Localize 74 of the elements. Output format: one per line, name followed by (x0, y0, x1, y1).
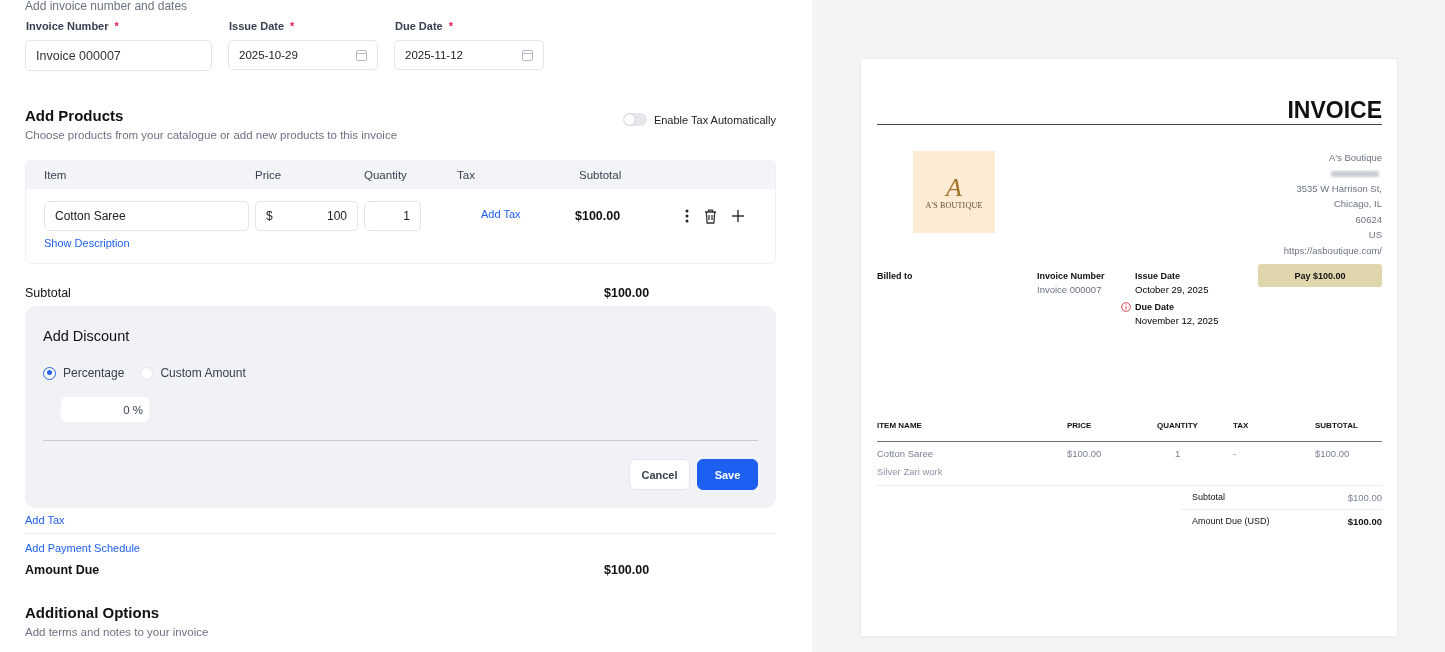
field-label: Issue Date (229, 20, 285, 33)
section-title: Add Products (25, 107, 125, 125)
total-value: $100.00 (1347, 492, 1382, 503)
total-value: $100.00 (604, 286, 651, 300)
date-field[interactable]: 2025-11-12 (394, 40, 544, 70)
address-line: 3535 W Harrison St, (1296, 181, 1382, 196)
meta-label: Due Date (1135, 301, 1175, 313)
radio-button[interactable] (43, 366, 56, 380)
item-description: Silver Zari work (877, 466, 944, 477)
total-label: Amount Due (25, 563, 101, 577)
required-mark: * (448, 20, 453, 33)
total-value: $100.00 (604, 563, 651, 577)
website-link[interactable]: https://asboutique.com/ (1283, 242, 1382, 258)
required-mark: * (114, 20, 119, 33)
field-label: Invoice Number (26, 20, 109, 33)
section-title: Additional Options (25, 604, 161, 622)
total-value: $100.00 (1347, 516, 1382, 527)
address-line: A's Boutique (1328, 151, 1382, 165)
meta-value: November 12, 2025 (1135, 314, 1220, 328)
address-line: Chicago, IL (1333, 197, 1382, 211)
radio-label[interactable]: Percentage (63, 366, 125, 380)
logo: A A'S BOUTIQUE (913, 151, 995, 233)
price-field[interactable]: $ 100 (255, 201, 358, 231)
toggle-label[interactable]: Enable Tax Automatically (653, 113, 776, 126)
save-button[interactable]: Save (697, 459, 758, 490)
column-header: PRICE (1067, 421, 1093, 430)
column-header: QUANTITY (1157, 421, 1199, 430)
action-link[interactable]: Add Tax (25, 514, 776, 526)
column-header: TAX (1233, 421, 1250, 430)
cancel-button[interactable]: Cancel (629, 459, 690, 490)
total-label: Amount Due (USD) (1192, 516, 1270, 527)
panel-title: Add Discount (43, 327, 131, 345)
item-price: $100.00 (1067, 448, 1103, 459)
item-quantity: 1 (1174, 448, 1182, 459)
section-hint: Add invoice number and dates (25, 0, 189, 12)
column-header: ITEM NAME (877, 421, 923, 430)
more-icon[interactable] (685, 209, 689, 223)
meta-value: October 29, 2025 (1135, 283, 1210, 297)
action-link[interactable]: Add Payment Schedule (25, 542, 776, 554)
column-header: Subtotal (579, 169, 623, 181)
meta-label: Invoice Number (1037, 270, 1106, 282)
discount-field[interactable]: 0 % (61, 397, 149, 422)
radio-label[interactable]: Custom Amount (160, 366, 246, 380)
show-description-link[interactable]: Show Description (44, 237, 130, 249)
add-icon[interactable] (732, 210, 744, 222)
section-subtitle: Add terms and notes to your invoice (25, 625, 210, 639)
column-header: Item (44, 169, 68, 181)
field-label: Due Date (395, 20, 443, 33)
total-label: Subtotal (25, 286, 72, 300)
trash-icon[interactable] (704, 208, 717, 224)
item-name: Cotton Saree (877, 448, 934, 459)
required-mark: * (290, 20, 295, 33)
quantity-field[interactable]: 1 (364, 201, 421, 231)
text-field[interactable]: Invoice 000007 (25, 40, 212, 71)
meta-value: Invoice 000007 (1037, 283, 1103, 297)
column-header: Quantity (364, 169, 408, 181)
toggle-switch[interactable] (622, 113, 647, 126)
add-tax-link[interactable]: Add Tax (481, 208, 521, 220)
pay-button[interactable]: Pay $100.00 (1258, 264, 1382, 287)
address-line: US (1368, 228, 1382, 242)
item-subtotal: $100.00 (1315, 448, 1351, 459)
section-subtitle: Choose products from your catalogue or add new products to this invoice (25, 128, 398, 142)
row-subtotal: $100.00 (575, 209, 621, 223)
billed-to-label: Billed to (877, 270, 914, 283)
meta-label: Issue Date (1135, 270, 1182, 282)
total-label: Subtotal (1192, 492, 1226, 503)
column-header: SUBTOTAL (1315, 421, 1359, 430)
item-field[interactable]: Cotton Saree (44, 201, 249, 231)
address-line: 60624 (1355, 212, 1382, 227)
date-field[interactable]: 2025-10-29 (228, 40, 378, 70)
column-header: Tax (456, 169, 476, 181)
invoice-title: INVOICE (1286, 96, 1382, 124)
column-header: Price (255, 169, 283, 181)
item-tax: - (1233, 448, 1238, 459)
